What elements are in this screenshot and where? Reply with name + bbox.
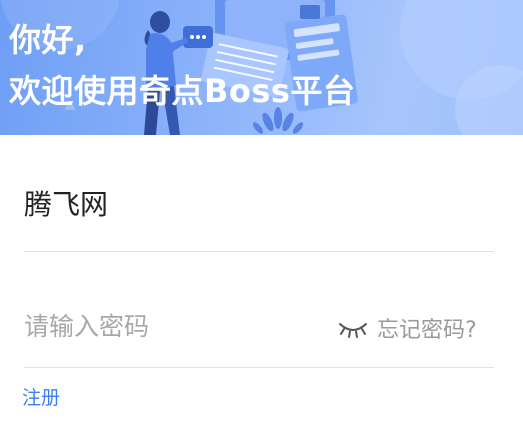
login-page: 你好, 欢迎使用奇点Boss平台 腾飞网 忘记密码? 注册 [0, 0, 523, 433]
company-name: 腾飞网 [24, 188, 109, 221]
password-input[interactable] [24, 308, 324, 344]
register-link[interactable]: 注册 [22, 385, 60, 411]
company-field[interactable]: 腾飞网 [24, 170, 494, 252]
header-banner: 你好, 欢迎使用奇点Boss平台 [0, 0, 523, 135]
welcome-subtitle: 欢迎使用奇点Boss平台 [9, 72, 356, 110]
eye-closed-icon[interactable] [338, 318, 368, 340]
password-field: 忘记密码? [24, 290, 494, 368]
forgot-password-link[interactable]: 忘记密码? [377, 317, 477, 345]
greeting-title: 你好, [9, 21, 87, 59]
